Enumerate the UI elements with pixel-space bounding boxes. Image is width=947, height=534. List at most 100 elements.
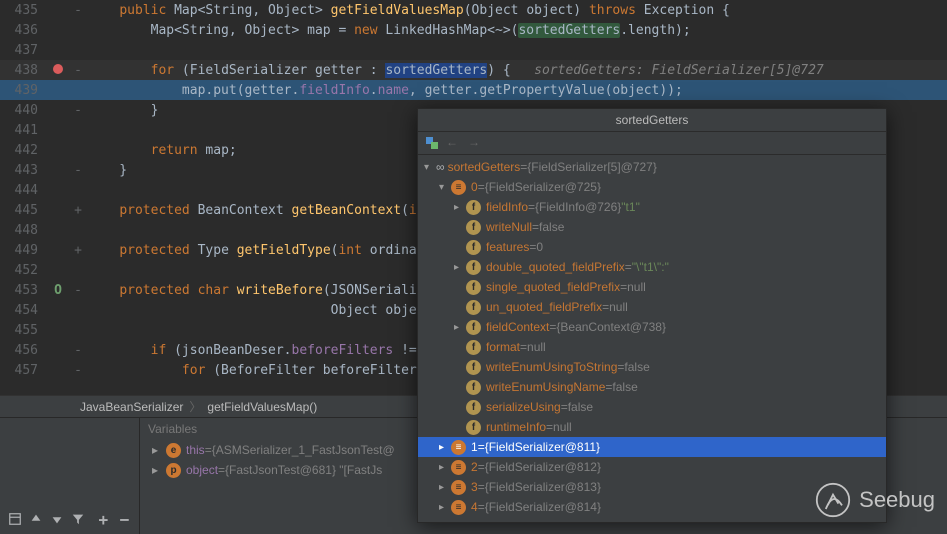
code-text[interactable]: } [88,103,158,118]
tree-row[interactable]: fun_quoted_fieldPrefix = null [418,297,886,317]
tree-row[interactable]: ▸ffieldInfo = {FieldInfo@726} "t1" [418,197,886,217]
restore-layout-icon[interactable] [6,510,23,528]
fold-toggle[interactable]: - [68,3,88,18]
field-eq: = [602,300,609,314]
field-badge-icon: f [466,340,481,355]
expand-arrow-icon[interactable]: ▸ [152,443,162,457]
expand-arrow-icon[interactable]: ▸ [454,322,466,333]
code-text[interactable]: protected char writeBefore(JSONSerialize… [88,283,464,298]
fold-toggle[interactable]: - [68,63,88,78]
fold-toggle[interactable]: - [68,163,88,178]
code-line[interactable]: 437 [0,40,947,60]
expand-arrow-icon[interactable]: ▸ [439,462,451,473]
code-line[interactable]: 436 Map<String, Object> map = new Linked… [0,20,947,40]
fold-toggle[interactable]: - [68,103,88,118]
tree-row[interactable]: fwriteEnumUsingToString = false [418,357,886,377]
code-text[interactable]: for (BeforeFilter beforeFilter : js [88,363,456,378]
field-eq: = [532,220,539,234]
seebug-logo: Seebug [815,482,935,518]
tree-row[interactable]: fserializeUsing = false [418,397,886,417]
line-number: 449 [0,243,48,258]
field-badge-icon: f [466,240,481,255]
fold-toggle[interactable]: - [68,283,88,298]
tree-row[interactable]: ▸ffieldContext = {BeanContext@738} [418,317,886,337]
filter-icon[interactable] [70,510,87,528]
line-number: 456 [0,343,48,358]
code-text[interactable]: for (FieldSerializer getter : sortedGett… [88,63,824,78]
field-badge-icon: f [466,200,481,215]
tree-row[interactable]: fformat = null [418,337,886,357]
code-text[interactable]: protected Type getFieldType(int ordinal)… [88,243,456,258]
fold-toggle[interactable]: - [68,363,88,378]
tree-row[interactable]: ▾∞sortedGetters = {FieldSerializer[5]@72… [418,157,886,177]
plus-icon[interactable]: + [95,510,112,528]
field-value: {FieldSerializer@812} [485,460,601,474]
evaluate-popup[interactable]: sortedGetters ← → ▾∞sortedGetters = {Fie… [417,108,887,523]
tree-row[interactable]: ▸≡2 = {FieldSerializer@812} [418,457,886,477]
code-text[interactable]: Map<String, Object> map = new LinkedHash… [88,23,691,38]
breadcrumb-class[interactable]: JavaBeanSerializer [80,400,183,414]
gutter-icon[interactable]: O [48,283,68,298]
code-text[interactable]: public Map<String, Object> getFieldValue… [88,3,730,18]
stack-icon[interactable] [424,135,440,151]
arrow-down-icon[interactable] [48,510,65,528]
gutter-icon[interactable] [48,63,68,78]
forward-arrow-icon[interactable]: → [468,135,484,151]
code-line[interactable]: 439 map.put(getter.fieldInfo.name, gette… [0,80,947,100]
field-value: {FieldSerializer[5]@727} [527,160,657,174]
field-badge-icon: f [466,420,481,435]
tree-row[interactable]: fsingle_quoted_fieldPrefix = null [418,277,886,297]
expand-arrow-icon[interactable]: ▸ [454,202,466,213]
tree-row[interactable]: ▸≡1 = {FieldSerializer@811} [418,437,886,457]
tree-row[interactable]: ffeatures = 0 [418,237,886,257]
tree-row[interactable]: fwriteNull = false [418,217,886,237]
tree-row[interactable]: fwriteEnumUsingName = false [418,377,886,397]
code-text[interactable]: return map; [88,143,237,158]
field-name: 1 [471,440,478,454]
field-eq: = [478,440,485,454]
expand-arrow-icon[interactable]: ▸ [439,502,451,513]
field-badge-icon: f [466,320,481,335]
code-line[interactable]: 438 - for (FieldSerializer getter : sorte… [0,60,947,80]
field-value: null [609,300,628,314]
expand-arrow-icon[interactable]: ▾ [424,162,436,173]
line-number: 438 [0,63,48,78]
expand-arrow-icon[interactable]: ▸ [439,442,451,453]
field-badge-icon: f [466,280,481,295]
expand-arrow-icon[interactable]: ▾ [439,182,451,193]
tree-row[interactable]: fruntimeInfo = null [418,417,886,437]
field-badge-icon: f [466,300,481,315]
expand-arrow-icon[interactable]: ▸ [454,262,466,273]
line-number: 435 [0,3,48,18]
tree-row[interactable]: ▾≡0 = {FieldSerializer@725} [418,177,886,197]
field-value: null [627,280,646,294]
expand-arrow-icon[interactable]: ▸ [439,482,451,493]
tree-row[interactable]: ▸fdouble_quoted_fieldPrefix = "\"t1\":" [418,257,886,277]
field-name: format [486,340,520,354]
arrow-up-icon[interactable] [27,510,44,528]
code-text[interactable]: if (jsonBeanDeser.beforeFilters != null) [88,343,464,358]
fold-toggle[interactable]: + [68,203,88,218]
minus-icon[interactable]: − [116,510,133,528]
code-text[interactable]: protected BeanContext getBeanContext(int… [88,203,456,218]
field-badge-icon: f [466,260,481,275]
field-eq: = [478,180,485,194]
code-text[interactable]: } [88,163,127,178]
field-value: null [553,420,572,434]
field-eq: = [520,340,527,354]
back-arrow-icon[interactable]: ← [446,135,462,151]
code-text[interactable]: map.put(getter.fieldInfo.name, getter.ge… [88,83,683,98]
breadcrumb-method[interactable]: getFieldValuesMap() [207,400,317,414]
fold-toggle[interactable]: + [68,243,88,258]
field-eq: = [528,200,535,214]
popup-tree[interactable]: ▾∞sortedGetters = {FieldSerializer[5]@72… [418,155,886,522]
fold-toggle[interactable]: - [68,343,88,358]
field-value: false [568,400,593,414]
field-eq: = [546,420,553,434]
line-number: 448 [0,223,48,238]
field-value: {FieldSerializer@814} [485,500,601,514]
code-line[interactable]: 435 - public Map<String, Object> getField… [0,0,947,20]
field-eq: = [478,500,485,514]
expand-arrow-icon[interactable]: ▸ [152,463,162,477]
line-number: 452 [0,263,48,278]
